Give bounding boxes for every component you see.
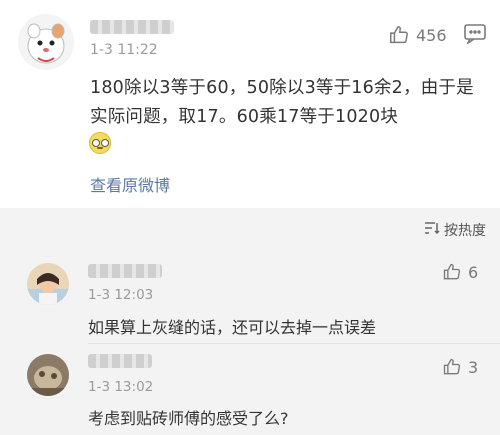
like-count: 456 bbox=[416, 25, 447, 45]
comment-icon[interactable] bbox=[464, 24, 486, 46]
comment-text: 考虑到贴砖师傅的感受了么? bbox=[88, 409, 289, 428]
thumbs-up-icon bbox=[442, 262, 462, 282]
thumbs-up-icon bbox=[442, 357, 462, 377]
like-button[interactable]: 3 bbox=[442, 357, 478, 377]
username-blurred[interactable] bbox=[88, 264, 162, 278]
comment-text: 如果算上灰缝的话，还可以去掉一点误差 bbox=[88, 318, 377, 337]
like-button[interactable]: 456 bbox=[388, 24, 447, 46]
like-button[interactable]: 6 bbox=[442, 262, 478, 282]
view-original-link[interactable]: 查看原微博 bbox=[90, 172, 170, 196]
sort-by-hot[interactable]: 按热度 bbox=[424, 220, 486, 240]
weibo-comments-page: 1-3 11:22 456 180除以3等于60，50除以3等于16余2，由于是… bbox=[0, 0, 500, 435]
sort-icon bbox=[424, 221, 440, 239]
avatar[interactable] bbox=[27, 263, 69, 305]
comment-time: 1-3 13:02 bbox=[88, 379, 154, 395]
like-count: 3 bbox=[468, 357, 479, 377]
divider bbox=[88, 343, 500, 344]
like-count: 6 bbox=[468, 262, 479, 282]
username-blurred[interactable] bbox=[88, 354, 152, 368]
post-time: 1-3 11:22 bbox=[90, 42, 158, 58]
avatar[interactable] bbox=[27, 354, 69, 396]
comment-time: 1-3 12:03 bbox=[88, 287, 154, 303]
avatar[interactable] bbox=[18, 14, 74, 70]
nerd-face-icon bbox=[89, 132, 111, 154]
main-post: 1-3 11:22 456 180除以3等于60，50除以3等于16余2，由于是… bbox=[0, 0, 500, 208]
post-text: 180除以3等于60，50除以3等于16余2，由于是实际问题，取17。60乘17… bbox=[90, 78, 474, 127]
sort-label: 按热度 bbox=[444, 223, 486, 239]
username-blurred[interactable] bbox=[90, 20, 174, 34]
thumbs-up-icon bbox=[388, 24, 410, 46]
